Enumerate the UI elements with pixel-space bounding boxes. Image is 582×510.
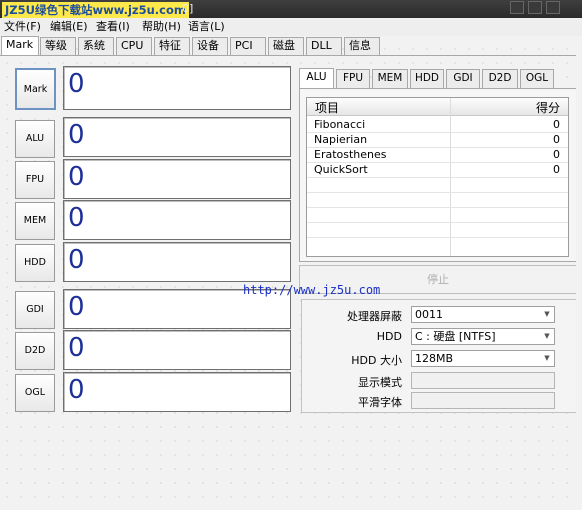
mem-score: 0 (63, 200, 291, 240)
subtab-hdd[interactable]: HDD (410, 69, 444, 88)
maximize-button[interactable] (528, 1, 542, 14)
window-title: 0] (182, 2, 194, 15)
alu-button[interactable]: ALU (15, 120, 55, 158)
alu-score-value: 0 (68, 120, 85, 150)
alu-score: 0 (63, 117, 291, 157)
url-watermark: http://www.jz5u.com (243, 283, 381, 297)
tab-divider (0, 55, 582, 56)
list-item-score: 0 (553, 118, 560, 131)
menu-file[interactable]: 文件(F) (4, 19, 41, 34)
chevron-down-icon: ▼ (544, 332, 550, 340)
chevron-down-icon: ▼ (544, 354, 550, 362)
tab-devices[interactable]: 设备 (192, 37, 228, 55)
fpu-score: 0 (63, 159, 291, 199)
list-item-name: Eratosthenes (314, 148, 387, 161)
tab-system[interactable]: 系统 (78, 37, 114, 55)
menu-language[interactable]: 语言(L) (188, 19, 225, 34)
list-item[interactable]: Napierian 0 (307, 132, 568, 147)
list-item-name: Napierian (314, 133, 368, 146)
list-item[interactable]: Fibonacci 0 (307, 117, 568, 132)
cpu-mask-select[interactable]: 0011 ▼ (411, 306, 555, 323)
d2d-score-value: 0 (68, 333, 85, 363)
mark-score: 0 (63, 66, 291, 110)
tab-dll[interactable]: DLL (306, 37, 342, 55)
tab-level[interactable]: 等级 (40, 37, 76, 55)
cpu-mask-value: 0011 (415, 308, 443, 321)
list-item[interactable]: Eratosthenes 0 (307, 147, 568, 162)
subtab-fpu[interactable]: FPU (336, 69, 370, 88)
tab-pci[interactable]: PCI (230, 37, 266, 55)
settings-panel: 处理器屏蔽 0011 ▼ HDD C : 硬盘 [NTFS] ▼ HDD 大小 … (301, 299, 577, 413)
tab-info[interactable]: 信息 (344, 37, 380, 55)
menu-edit[interactable]: 编辑(E) (50, 19, 88, 34)
tab-cpu[interactable]: CPU (116, 37, 152, 55)
list-header: 项目 得分 (307, 98, 568, 116)
smooth-font-field[interactable] (411, 392, 555, 409)
subtab-mem[interactable]: MEM (372, 69, 408, 88)
row-gridline (307, 147, 568, 148)
column-item-header[interactable]: 项目 (315, 99, 339, 116)
row-gridline (307, 207, 568, 208)
list-item-name: Fibonacci (314, 118, 366, 131)
d2d-score: 0 (63, 330, 291, 370)
ogl-score-value: 0 (68, 375, 85, 405)
hdd-score: 0 (63, 242, 291, 282)
ogl-button[interactable]: OGL (15, 374, 55, 412)
tab-disk[interactable]: 磁盘 (268, 37, 304, 55)
row-gridline (307, 222, 568, 223)
results-list: 项目 得分 Fibonacci 0 Napierian 0 Eratosthen… (306, 97, 569, 257)
subtab-alu[interactable]: ALU (299, 68, 334, 89)
close-button[interactable] (546, 1, 560, 14)
hdd-button[interactable]: HDD (15, 244, 55, 282)
mark-button[interactable]: Mark (15, 68, 56, 110)
list-item-score: 0 (553, 163, 560, 176)
mem-button[interactable]: MEM (15, 202, 55, 240)
hdd-value: C : 硬盘 [NTFS] (415, 330, 496, 343)
hdd-select[interactable]: C : 硬盘 [NTFS] ▼ (411, 328, 555, 345)
list-item-score: 0 (553, 148, 560, 161)
gdi-score-value: 0 (68, 292, 85, 322)
menu-help[interactable]: 帮助(H) (142, 19, 181, 34)
column-score-header[interactable]: 得分 (536, 99, 560, 116)
smooth-font-label: 平滑字体 (358, 396, 402, 409)
hdd-size-value: 128MB (415, 352, 454, 365)
menu-view[interactable]: 查看(I) (96, 19, 130, 34)
row-gridline (307, 177, 568, 178)
row-gridline (307, 132, 568, 133)
subtab-gdi[interactable]: GDI (446, 69, 480, 88)
watermark-banner: JZ5U绿色下载站www.jz5u.com (2, 2, 189, 18)
subtab-d2d[interactable]: D2D (482, 69, 518, 88)
test-panel: 项目 得分 Fibonacci 0 Napierian 0 Eratosthen… (299, 88, 577, 262)
mark-score-value: 0 (68, 69, 85, 99)
list-item-score: 0 (553, 133, 560, 146)
hdd-score-value: 0 (68, 245, 85, 275)
hdd-label: HDD (376, 330, 402, 343)
row-gridline (307, 237, 568, 238)
gdi-button[interactable]: GDI (15, 291, 55, 329)
title-bar: JZ5U绿色下载站www.jz5u.com 0] (0, 0, 582, 18)
list-item[interactable]: QuickSort 0 (307, 162, 568, 177)
list-item-name: QuickSort (314, 163, 368, 176)
d2d-button[interactable]: D2D (15, 332, 55, 370)
chevron-down-icon: ▼ (544, 310, 550, 318)
scrollbar[interactable] (576, 36, 582, 510)
fpu-button[interactable]: FPU (15, 161, 55, 199)
display-mode-field[interactable] (411, 372, 555, 389)
cpu-mask-label: 处理器屏蔽 (347, 310, 402, 323)
tab-mark[interactable]: Mark (1, 36, 39, 56)
mem-score-value: 0 (68, 203, 85, 233)
fpu-score-value: 0 (68, 162, 85, 192)
hdd-size-select[interactable]: 128MB ▼ (411, 350, 555, 367)
hdd-size-label: HDD 大小 (351, 354, 402, 367)
ogl-score: 0 (63, 372, 291, 412)
subtab-ogl[interactable]: OGL (520, 69, 554, 88)
menu-bar: 文件(F) 编辑(E) 查看(I) 帮助(H) 语言(L) (0, 18, 582, 36)
minimize-button[interactable] (510, 1, 524, 14)
row-gridline (307, 162, 568, 163)
row-gridline (307, 192, 568, 193)
tab-features[interactable]: 特征 (154, 37, 190, 55)
display-mode-label: 显示模式 (358, 376, 402, 389)
